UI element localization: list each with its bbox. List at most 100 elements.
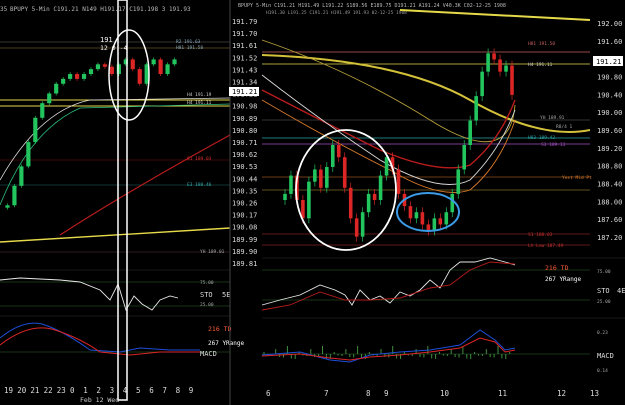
price-tick-left: 189.81 <box>232 260 257 268</box>
x-tick-left: 19 <box>4 386 13 395</box>
price-tick-left: 190.44 <box>232 175 257 183</box>
candle-body <box>420 212 425 225</box>
level-r2: R2 191.63 <box>176 39 201 45</box>
date-label: Feb 12 Wed <box>80 396 119 404</box>
x-tick-right: 10 <box>440 389 450 398</box>
sto-white-right <box>261 257 516 306</box>
candle-body <box>450 193 455 213</box>
left-header: BPUPY 5-Min C191.21 N149 H191.17 C191.19… <box>10 6 191 13</box>
price-tick-left: 191.70 <box>232 30 257 38</box>
candle-body <box>432 218 437 231</box>
price-tick-right: 190.40 <box>597 91 622 99</box>
candle-body <box>109 66 114 75</box>
right-x-axis: 6 7 8 9 10 11 12 13 <box>266 389 599 398</box>
candle-body <box>26 142 31 167</box>
candle-body <box>354 218 359 237</box>
candle-body <box>33 117 38 143</box>
sto-value-right: 4E <box>617 287 625 295</box>
candle-body <box>5 205 10 208</box>
candle-body <box>47 93 52 104</box>
price-tick-left: 190.80 <box>232 127 257 135</box>
yrange-left: 267 YRange <box>208 340 245 347</box>
candle-body <box>54 83 59 94</box>
macd-023: 0.23 <box>597 330 608 336</box>
candle-body <box>360 212 365 237</box>
price-tick-left: 191.61 <box>232 42 257 50</box>
x-tick-left: 7 <box>162 386 167 395</box>
x-tick-left: 20 <box>17 386 27 395</box>
left-price-box-text: 191.21 <box>232 88 257 96</box>
price-tick-left: 189.99 <box>232 236 257 244</box>
sto-value-left: 5E <box>222 291 230 299</box>
candle-body <box>289 175 293 194</box>
price-tick-left: 190.62 <box>232 151 257 159</box>
level-h4b: H4 191.11 <box>187 100 212 106</box>
price-tick-left: 190.08 <box>232 224 257 232</box>
sto-75-left: 75.00 <box>200 280 214 286</box>
candle-body <box>492 53 496 60</box>
candle-body <box>342 157 347 188</box>
candle-body <box>88 69 94 75</box>
price-tick-left: 190.35 <box>232 187 257 195</box>
price-tick-left: 191.34 <box>232 79 257 87</box>
x-tick-left: 1 <box>83 386 88 395</box>
x-tick-left: 5 <box>136 386 141 395</box>
left-panel: 3 5 BPUPY 5-Min C191.21 N149 H191.17 C191… <box>0 0 245 405</box>
x-tick-left: 3 <box>110 386 115 395</box>
x-tick-left: 9 <box>189 386 194 395</box>
level-h1: H81 191.58 <box>176 45 203 51</box>
candle-body <box>468 120 472 145</box>
candle-body <box>19 166 24 186</box>
level-h4a: H4 191.19 <box>187 92 212 98</box>
candle-body <box>414 212 419 219</box>
candle-body <box>301 200 305 219</box>
candle-body <box>396 169 401 194</box>
price-tick-right: 188.00 <box>597 198 622 206</box>
right-candles <box>283 48 514 242</box>
price-tick-right: 189.20 <box>597 145 622 153</box>
candle-body <box>474 96 478 121</box>
level-r8: R8/4 1 <box>556 124 573 130</box>
ma-olive <box>261 39 516 143</box>
sto-25-left: 25.00 <box>200 302 214 308</box>
level-h81: H81 191.50 <box>528 41 555 47</box>
candle-body <box>81 74 87 79</box>
price-tick-right: 188.40 <box>597 181 622 189</box>
price-tick-left: 190.89 <box>232 115 257 123</box>
sto-label-left: STO <box>200 291 213 299</box>
x-tick-right: 9 <box>384 389 389 398</box>
candle-body <box>510 65 514 95</box>
x-tick-right: 8 <box>366 389 371 398</box>
candle-body <box>444 212 449 225</box>
candle-body <box>498 59 502 72</box>
candle-body <box>348 187 353 219</box>
level-lh: Lh Low 187.49 <box>528 243 564 249</box>
level-s1-right: S1 188.03 <box>528 232 553 238</box>
macd-014: 0.14 <box>597 368 608 374</box>
level-s3: S3 189.13 <box>541 142 566 148</box>
price-tick-right: 190.00 <box>597 109 622 117</box>
level-s1: S1 189.03 <box>187 156 212 162</box>
price-tick-left: 191.43 <box>232 66 257 74</box>
candle-body <box>151 59 156 65</box>
annot-top: 191 <box>100 36 113 44</box>
price-axis-right: 192.00191.60191.20190.80190.40190.00189.… <box>597 20 622 242</box>
candle-body <box>426 224 431 231</box>
price-tick-right: 190.80 <box>597 74 622 82</box>
x-tick-left: 21 <box>30 386 39 395</box>
candle-body <box>325 167 329 188</box>
sto-red-right <box>261 261 516 311</box>
yrange-right: 267 YRange <box>545 276 582 283</box>
right-subheader: H191.30 L191.25 C191.21 H191.49 191.93 0… <box>266 10 407 16</box>
td-right: 216 TD <box>545 264 569 272</box>
price-tick-left: 190.26 <box>232 200 257 208</box>
candle-body <box>158 59 163 75</box>
macd-label-right: MACD <box>597 352 614 360</box>
candle-body <box>172 59 177 65</box>
candle-body <box>165 64 170 75</box>
x-tick-left: 23 <box>57 386 66 395</box>
candle-body <box>462 145 467 170</box>
candle-body <box>12 185 17 206</box>
candle-body <box>504 65 508 72</box>
price-tick-left: 190.98 <box>232 103 257 111</box>
